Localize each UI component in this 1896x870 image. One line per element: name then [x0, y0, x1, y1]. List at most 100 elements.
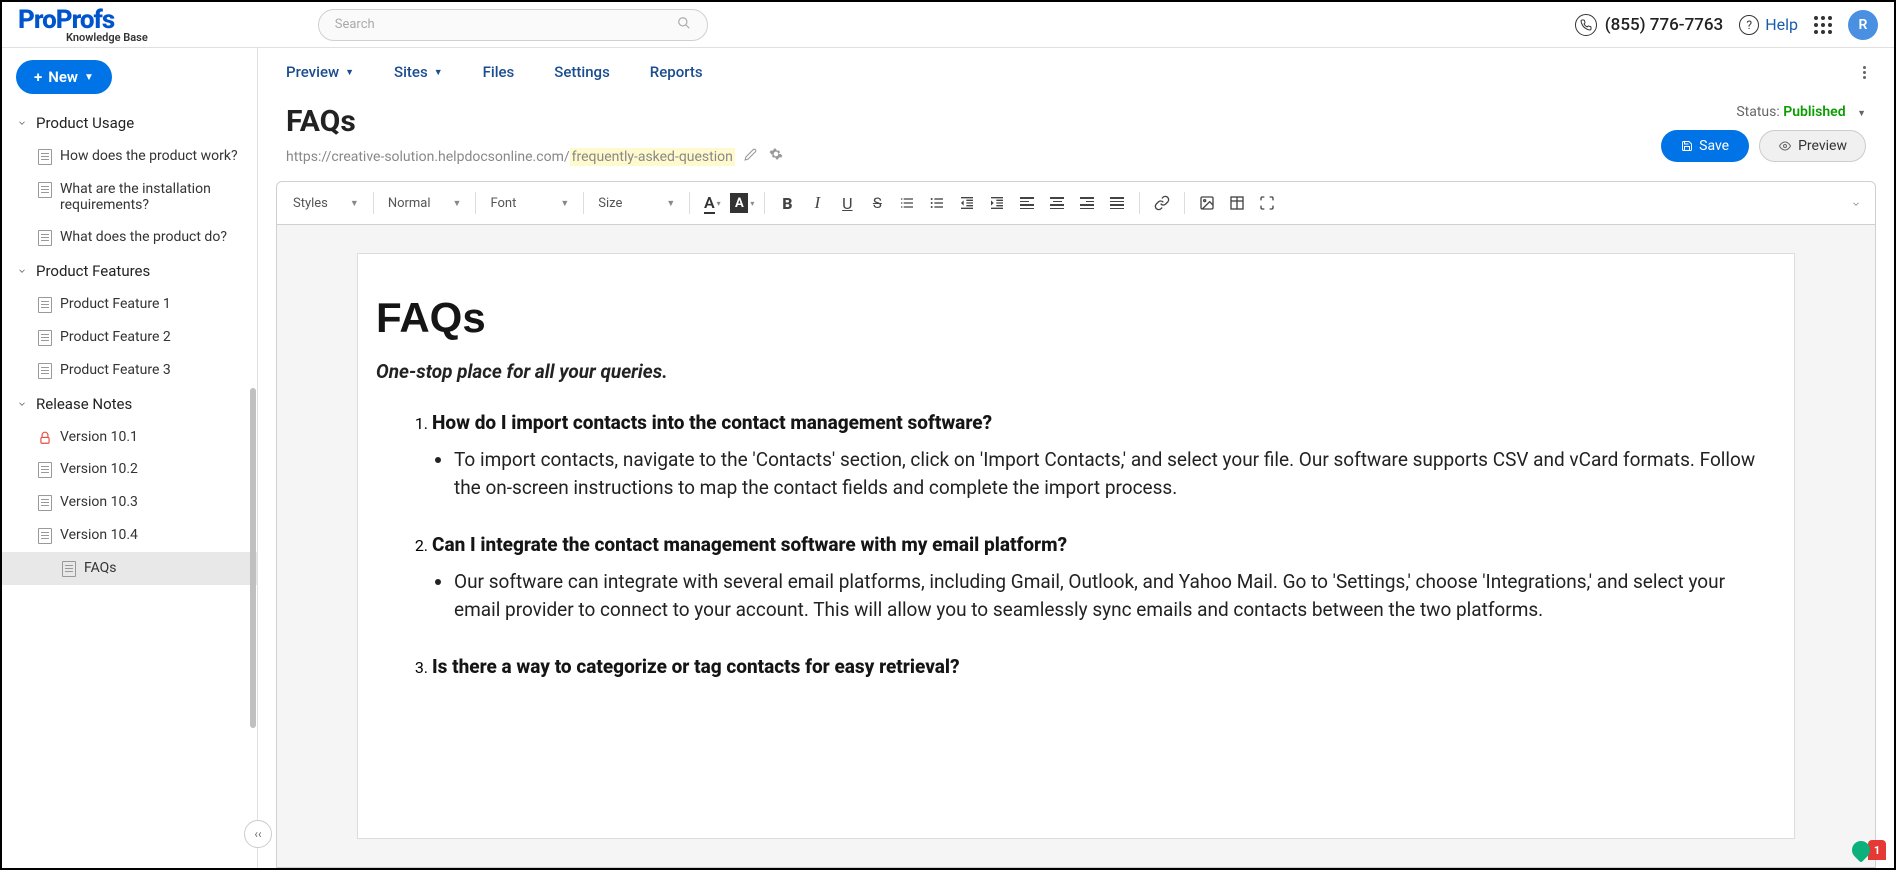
tree-item[interactable]: What does the product do? [2, 221, 257, 254]
preview-button[interactable]: Preview [1759, 130, 1866, 162]
logo-subtitle: Knowledge Base [66, 31, 148, 44]
logo[interactable]: ProProfs Knowledge Base [18, 5, 148, 44]
search-icon [677, 16, 691, 34]
search-input[interactable]: Search [318, 9, 708, 41]
styles-dropdown[interactable]: Styles▼ [289, 190, 363, 216]
image-button[interactable] [1195, 191, 1219, 215]
fullscreen-button[interactable] [1255, 191, 1279, 215]
top-bar: ProProfs Knowledge Base Search (855) 776… [2, 2, 1894, 48]
document-icon [62, 561, 76, 577]
document-icon [38, 363, 52, 379]
nav-tab-preview[interactable]: Preview▼ [286, 63, 354, 81]
chevron-down-icon: ▼ [1857, 109, 1866, 119]
search-placeholder: Search [335, 17, 375, 32]
nav-tab-settings[interactable]: Settings [554, 63, 610, 81]
scrollbar[interactable] [250, 388, 256, 728]
faq-answer: To import contacts, navigate to the 'Con… [454, 446, 1776, 501]
page-url: https://creative-solution.helpdocsonline… [286, 147, 783, 165]
tree-item[interactable]: FAQs [2, 552, 257, 585]
underline-button[interactable]: U [835, 191, 859, 215]
document-icon [38, 149, 52, 165]
faq-answer: Our software can integrate with several … [454, 568, 1776, 623]
notification-badge[interactable]: 1 [1852, 840, 1886, 860]
bullet-list-button[interactable] [925, 191, 949, 215]
bg-color-button[interactable]: A▾ [730, 191, 754, 215]
url-slug[interactable]: frequently-asked-question [570, 148, 735, 166]
table-button[interactable] [1225, 191, 1249, 215]
status-value[interactable]: Published ▼ [1783, 104, 1866, 120]
plus-icon: + [34, 68, 42, 86]
tree-item[interactable]: Product Feature 3 [2, 354, 257, 387]
nav-tab-files[interactable]: Files [483, 63, 515, 81]
settings-icon[interactable] [769, 149, 783, 165]
faq-question: Can I integrate the contact management s… [432, 533, 1776, 556]
text-color-button[interactable]: A▾ [700, 191, 724, 215]
editor-toolbar: Styles▼ Normal▼ Font▼ Size▼ A▾ A▾ B I U … [276, 181, 1876, 225]
strike-button[interactable]: S [865, 191, 889, 215]
document-icon [38, 230, 52, 246]
save-button[interactable]: Save [1661, 130, 1749, 162]
tree-item[interactable]: Product Feature 1 [2, 288, 257, 321]
tree-item[interactable]: Version 10.3 [2, 486, 257, 519]
chevron-down-icon: ▼ [434, 67, 443, 78]
tree-section[interactable]: Release Notes [2, 387, 257, 421]
logo-text: ProProfs [18, 5, 148, 33]
phone-icon [1575, 14, 1597, 36]
tree-item[interactable]: Version 10.1 [2, 421, 257, 453]
save-icon [1681, 140, 1693, 152]
chevron-down-icon [16, 398, 28, 410]
editor-area[interactable]: FAQs One-stop place for all your queries… [276, 225, 1876, 868]
nav-tab-reports[interactable]: Reports [650, 63, 703, 81]
font-dropdown[interactable]: Font▼ [486, 190, 573, 216]
avatar[interactable]: R [1848, 10, 1878, 40]
align-left-button[interactable] [1015, 191, 1039, 215]
new-button[interactable]: + New ▼ [16, 60, 112, 94]
help-link[interactable]: ? Help [1739, 15, 1798, 35]
tree-item[interactable]: Product Feature 2 [2, 321, 257, 354]
toolbar-expand-icon[interactable] [1849, 194, 1863, 213]
collapse-sidebar-button[interactable]: ‹‹ [244, 820, 272, 848]
help-icon: ? [1739, 15, 1759, 35]
document-icon [38, 297, 52, 313]
document-icon [38, 528, 52, 544]
tree-item[interactable]: Version 10.2 [2, 453, 257, 486]
indent-button[interactable] [985, 191, 1009, 215]
more-menu-icon[interactable] [1863, 64, 1866, 81]
format-dropdown[interactable]: Normal▼ [384, 190, 466, 216]
faq-item: Is there a way to categorize or tag cont… [432, 655, 1776, 678]
content-heading: FAQs [376, 294, 1776, 342]
notification-count: 1 [1868, 840, 1886, 860]
content-subtitle: One-stop place for all your queries. [376, 360, 1776, 383]
faq-item: How do I import contacts into the contac… [432, 411, 1776, 501]
editor-page[interactable]: FAQs One-stop place for all your queries… [357, 253, 1795, 839]
eye-icon [1778, 140, 1792, 152]
chevron-down-icon [16, 117, 28, 129]
document-icon [38, 495, 52, 511]
italic-button[interactable]: I [805, 191, 829, 215]
faq-question: Is there a way to categorize or tag cont… [432, 655, 1776, 678]
outdent-button[interactable] [955, 191, 979, 215]
bold-button[interactable]: B [775, 191, 799, 215]
lock-icon [38, 431, 52, 445]
phone-number[interactable]: (855) 776-7763 [1575, 14, 1723, 36]
document-icon [38, 462, 52, 478]
tree-item[interactable]: How does the product work? [2, 140, 257, 173]
apps-icon[interactable] [1814, 16, 1832, 34]
nav-tab-sites[interactable]: Sites▼ [394, 63, 443, 81]
status-row: Status: Published ▼ [1661, 104, 1866, 120]
tree-item[interactable]: What are the installation requirements? [2, 173, 257, 221]
tree-section[interactable]: Product Usage [2, 106, 257, 140]
align-right-button[interactable] [1075, 191, 1099, 215]
size-dropdown[interactable]: Size▼ [594, 190, 679, 216]
tree-item[interactable]: Version 10.4 [2, 519, 257, 552]
document-icon [38, 330, 52, 346]
edit-slug-icon[interactable] [744, 149, 760, 165]
nav-tabs: Preview▼ Sites▼ Files Settings Reports [258, 48, 1894, 96]
align-center-button[interactable] [1045, 191, 1069, 215]
numbered-list-button[interactable] [895, 191, 919, 215]
faq-item: Can I integrate the contact management s… [432, 533, 1776, 623]
align-justify-button[interactable] [1105, 191, 1129, 215]
link-button[interactable] [1150, 191, 1174, 215]
tree-section[interactable]: Product Features [2, 254, 257, 288]
faq-question: How do I import contacts into the contac… [432, 411, 1776, 434]
